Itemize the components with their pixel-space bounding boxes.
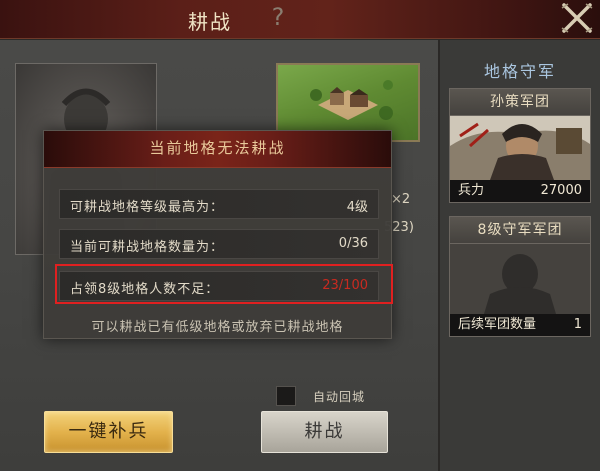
troops-value: 27000	[540, 183, 582, 198]
popup-hint: 可以耕战已有低级地格或放弃已耕战地格	[91, 320, 344, 335]
row-label: 可耕战地格等级最高为：	[70, 200, 225, 215]
row-value: 4级	[346, 200, 368, 215]
auto-return-label: 自动回城	[313, 390, 366, 404]
followup-value: 1	[573, 317, 582, 332]
garrison-panel-title: 地格守军	[483, 62, 556, 81]
cultivate-button[interactable]: 耕战	[261, 411, 388, 453]
question-mark-icon[interactable]: ?	[265, 2, 291, 32]
garrison-panel: 地格守军 孙策军团 兵力 27000 8级守军军团 后续军团数量 1	[440, 40, 600, 471]
unknown-general-portrait	[450, 244, 590, 314]
garrison-card-name: 孙策军团	[450, 89, 590, 116]
close-x-icon[interactable]	[560, 2, 594, 34]
warning-popup: 当前地格无法耕战 可耕战地格等级最高为： 4级 当前可耕战地格数量为： 0/36…	[43, 130, 392, 339]
row-label: 当前可耕战地格数量为：	[70, 240, 225, 255]
auto-return-checkbox[interactable]	[276, 386, 296, 406]
side-count-text: ×2	[391, 192, 411, 207]
garrison-card-name: 8级守军军团	[450, 217, 590, 244]
resupply-button[interactable]: 一键补兵	[44, 411, 173, 453]
available-count-row: 当前可耕战地格数量为： 0/36	[59, 229, 379, 259]
garrison-card-level8[interactable]: 8级守军军团 后续军团数量 1	[449, 216, 591, 337]
troops-label: 兵力	[458, 183, 485, 198]
page-title: 耕战	[188, 10, 232, 34]
general-portrait	[450, 116, 590, 180]
row-value: 0/36	[338, 236, 368, 251]
garrison-card-sunce[interactable]: 孙策军团 兵力 27000	[449, 88, 591, 203]
followup-row: 后续军团数量 1	[450, 314, 590, 336]
highlight-annotation-box	[55, 264, 393, 304]
troops-row: 兵力 27000	[450, 180, 590, 202]
popup-title: 当前地格无法耕战	[44, 131, 391, 168]
max-level-row: 可耕战地格等级最高为： 4级	[59, 189, 379, 219]
title-bar: 耕战 ?	[0, 0, 600, 39]
followup-label: 后续军团数量	[458, 317, 537, 332]
